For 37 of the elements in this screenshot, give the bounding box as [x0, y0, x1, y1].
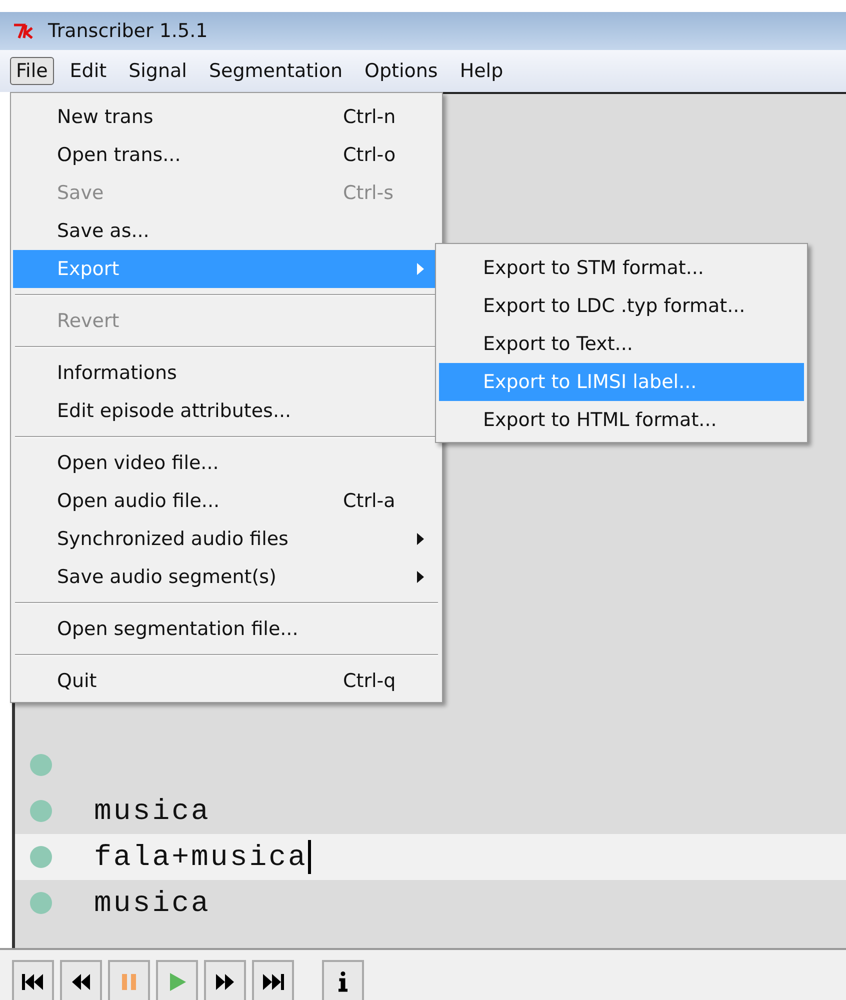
skip-end-icon — [261, 972, 285, 992]
skip-start-icon — [21, 972, 45, 992]
info-button[interactable] — [322, 960, 364, 1000]
menu-entry[interactable]: Save as... — [13, 212, 440, 250]
menu-entry[interactable]: Export to HTML format... — [439, 401, 804, 439]
menu-entry[interactable]: Export to STM format... — [439, 249, 804, 287]
menu-entry[interactable]: Open segmentation file... — [13, 610, 440, 648]
menu-entry[interactable]: Synchronized audio files — [13, 520, 440, 558]
menu-entry[interactable]: Export to Text... — [439, 325, 804, 363]
segment-dot-icon — [30, 846, 52, 868]
menu-entry[interactable]: Quit Ctrl-q — [13, 662, 440, 700]
menu-entry[interactable]: Open audio file... Ctrl-a — [13, 482, 440, 520]
skip-end-button[interactable] — [252, 960, 294, 1000]
fast-forward-button[interactable] — [204, 960, 246, 1000]
skip-start-button[interactable] — [12, 960, 54, 1000]
menu-item[interactable]: Help — [454, 57, 510, 85]
menu-item[interactable]: Edit — [64, 57, 113, 85]
menu-item[interactable]: Segmentation — [202, 57, 349, 85]
segment-text: musica — [94, 886, 210, 920]
segment-row[interactable]: musica — [15, 788, 846, 834]
segment-text: fala+musica — [94, 840, 312, 874]
menu-entry[interactable]: Open trans... Ctrl-o — [13, 136, 440, 174]
menu-item[interactable]: Options — [358, 57, 444, 85]
segment-dot-icon — [30, 892, 52, 914]
selected-segment-row[interactable]: fala+musica — [15, 834, 846, 880]
segment-dot-icon — [30, 800, 52, 822]
rewind-button[interactable] — [60, 960, 102, 1000]
segment-text: musica — [94, 794, 210, 828]
menu-entry[interactable]: Open video file... — [13, 444, 440, 482]
segment-row[interactable]: musica — [15, 880, 846, 926]
menu-entry[interactable]: New trans Ctrl-n — [13, 98, 440, 136]
menu-entry[interactable]: Export to LDC .typ format... — [439, 287, 804, 325]
segment-dot-icon — [30, 754, 52, 776]
menu-item[interactable]: Signal — [122, 57, 193, 85]
menu-item[interactable]: File — [10, 57, 54, 85]
window-title: Transcriber 1.5.1 — [48, 20, 208, 42]
menu-entry[interactable]: Save audio segment(s) — [13, 558, 440, 596]
